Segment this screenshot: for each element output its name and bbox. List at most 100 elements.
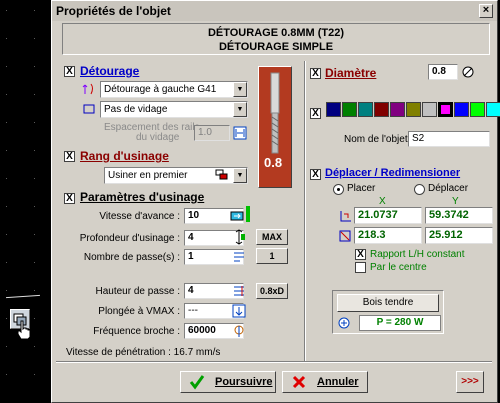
chevron-down-icon[interactable]: ▼ — [233, 102, 247, 117]
detourage-mode-select[interactable]: Détourage à gauche G41 ▼ — [100, 81, 248, 98]
position-icon — [338, 209, 352, 223]
passes-icon[interactable] — [232, 250, 246, 264]
params-checkbox[interactable]: X — [64, 193, 75, 204]
tool-header: DÉTOURAGE 0.8MM (T22) DÉTOURAGE SIMPLE — [62, 23, 490, 55]
color-swatch[interactable] — [486, 102, 500, 117]
grid-dot — [34, 318, 35, 319]
diametre-title: Diamètre — [325, 66, 377, 80]
color-swatch[interactable] — [374, 102, 389, 117]
nom-objet-label: Nom de l'objet : — [344, 134, 414, 145]
passes-button[interactable]: 1 — [256, 248, 288, 264]
grid-dot — [34, 122, 35, 123]
tool-diameter-display: 0.8 — [264, 155, 283, 170]
deplacer-checkbox[interactable]: X — [310, 169, 321, 180]
deplacer-label: Déplacer — [428, 183, 469, 194]
detourage-title: Détourage — [80, 64, 140, 78]
feed-icon[interactable] — [230, 209, 244, 223]
color-swatch[interactable] — [438, 102, 453, 117]
rapport-label: Rapport L/H constant — [370, 249, 465, 260]
close-button[interactable]: × — [479, 4, 493, 18]
espacement-field[interactable]: 1.0 — [194, 125, 230, 141]
grid-dot — [6, 66, 7, 67]
grid-dot — [6, 234, 7, 235]
more-button[interactable]: >>> — [456, 371, 484, 393]
frequence-label: Fréquence broche : — [93, 326, 180, 337]
column-divider — [304, 61, 306, 361]
check-icon — [189, 374, 205, 390]
diameter-icon[interactable] — [461, 65, 475, 79]
tool-name: DÉTOURAGE 0.8MM (T22) — [207, 27, 345, 39]
color-swatch[interactable] — [358, 102, 373, 117]
col-y-label: Y — [452, 196, 459, 207]
grid-dot — [34, 66, 35, 67]
order-icon — [215, 168, 229, 182]
diametre-checkbox[interactable]: X — [310, 68, 321, 79]
chevron-down-icon[interactable]: ▼ — [233, 168, 247, 183]
rapport-checkbox[interactable]: X — [355, 249, 366, 260]
grid-dot — [34, 150, 35, 151]
pass-height-icon[interactable] — [232, 284, 246, 298]
color-swatch[interactable] — [326, 102, 341, 117]
operation-type: DÉTOURAGE SIMPLE — [218, 41, 334, 53]
color-swatch[interactable] — [470, 102, 485, 117]
dialog-titlebar[interactable]: Propriétés de l'objet × — [52, 1, 497, 21]
rang-checkbox[interactable]: X — [64, 151, 75, 162]
deplacer-radio[interactable] — [414, 184, 425, 195]
footer-divider — [56, 361, 492, 363]
placer-label: Placer — [347, 183, 376, 194]
nom-objet-field[interactable]: S2 — [408, 131, 490, 147]
hand-cursor-icon — [16, 320, 32, 340]
grid-dot — [6, 318, 7, 319]
grid-dot — [6, 290, 7, 291]
grid-dot — [34, 374, 35, 375]
grid-dot — [34, 206, 35, 207]
chevron-down-icon[interactable]: ▼ — [233, 82, 247, 97]
poursuivre-label: Poursuivre — [215, 376, 273, 388]
grid-dot — [34, 262, 35, 263]
spindle-icon[interactable] — [232, 324, 246, 338]
plunge-icon[interactable] — [232, 304, 246, 318]
material-button[interactable]: Bois tendre — [337, 294, 439, 312]
pass-height-button[interactable]: 0.8xD — [256, 283, 288, 299]
profondeur-label: Profondeur d'usinage : — [79, 233, 180, 244]
grid-dot — [6, 150, 7, 151]
grid-dot — [6, 10, 7, 11]
annuler-button[interactable]: Annuler — [282, 371, 368, 393]
spacing-icon[interactable] — [233, 126, 247, 140]
cancel-icon — [291, 374, 307, 390]
size-x-field[interactable]: 218.3 — [354, 227, 422, 244]
centre-label: Par le centre — [370, 262, 427, 273]
grid-dot — [34, 10, 35, 11]
deplacer-title: Déplacer / Redimensioner — [325, 167, 461, 179]
color-swatch[interactable] — [342, 102, 357, 117]
annuler-label: Annuler — [317, 376, 359, 388]
color-swatch[interactable] — [454, 102, 469, 117]
depth-icon[interactable] — [232, 229, 246, 245]
detourage-checkbox[interactable]: X — [64, 66, 75, 77]
placer-radio[interactable] — [333, 184, 344, 195]
color-checkbox[interactable]: X — [310, 108, 321, 119]
detourage-mode-value: Détourage à gauche G41 — [104, 84, 217, 95]
diametre-field[interactable]: 0.8 — [428, 64, 458, 80]
poursuivre-button[interactable]: Poursuivre — [180, 371, 276, 393]
grid-dot — [34, 346, 35, 347]
grid-dot — [6, 346, 7, 347]
vidage-select[interactable]: Pas de vidage ▼ — [100, 101, 248, 118]
pos-y-field[interactable]: 59.3742 — [425, 207, 493, 224]
pos-x-field[interactable]: 21.0737 — [354, 207, 422, 224]
pocket-icon — [82, 102, 96, 116]
rang-value: Usiner en premier — [108, 170, 188, 181]
params-title: Paramètres d'usinage — [80, 190, 205, 204]
grid-dot — [34, 178, 35, 179]
color-swatch[interactable] — [422, 102, 437, 117]
max-depth-button[interactable]: MAX — [256, 229, 288, 245]
color-swatch[interactable] — [390, 102, 405, 117]
size-y-field[interactable]: 25.912 — [425, 227, 493, 244]
penetration-speed: Vitesse de pénétration : 16.7 mm/s — [66, 347, 221, 358]
color-swatch[interactable] — [406, 102, 421, 117]
object-properties-dialog: Propriétés de l'objet × DÉTOURAGE 0.8MM … — [51, 0, 500, 403]
centre-checkbox[interactable] — [355, 262, 366, 273]
vidage-value: Pas de vidage — [104, 104, 168, 115]
grid-dot — [34, 234, 35, 235]
tool-side-icon — [82, 82, 96, 96]
